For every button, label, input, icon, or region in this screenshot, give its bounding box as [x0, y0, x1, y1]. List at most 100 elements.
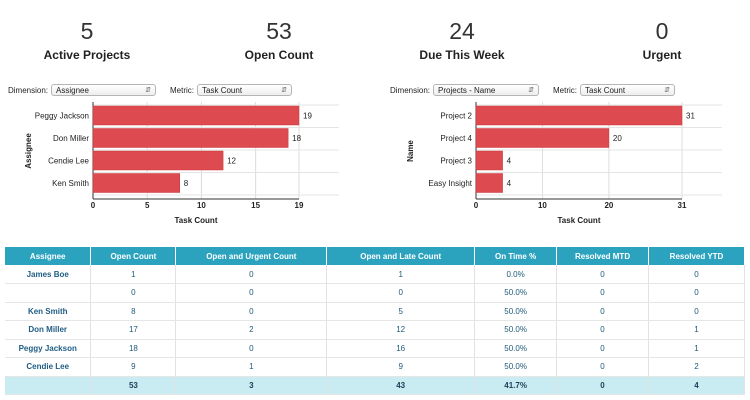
column-header[interactable]: Resolved MTD: [556, 247, 649, 265]
assignee-cell[interactable]: Cendie Lee: [5, 357, 92, 377]
assignee-cell[interactable]: Peggy Jackson: [5, 339, 92, 358]
metric-select[interactable]: Task Count ⇵: [197, 84, 293, 96]
y-axis-title: Assignee: [24, 133, 33, 169]
table-cell: 0: [556, 376, 649, 395]
value-label: 4: [507, 157, 512, 166]
column-header[interactable]: Open Count: [90, 247, 177, 265]
assignee-cell[interactable]: Don Miller: [5, 320, 92, 340]
kpi-value: 53: [266, 18, 292, 44]
table-cell: 9: [90, 357, 177, 377]
table-header-row: Assignee Open Count Open and Urgent Coun…: [5, 247, 745, 265]
bar[interactable]: [92, 128, 289, 148]
table-row: 0 0 0 50.0% 0 0: [5, 283, 745, 303]
x-tick-label: 0: [474, 201, 479, 210]
value-label: 4: [507, 179, 512, 188]
right-chart-controls: Dimension: Projects - Name ⇵ Metric: Tas…: [390, 84, 676, 96]
table-cell: 53: [90, 376, 177, 395]
kpi-due-this-week: 24 Due This Week: [392, 18, 532, 62]
bar[interactable]: [92, 173, 180, 193]
column-header[interactable]: Open and Urgent Count: [175, 247, 328, 265]
x-tick-label: 5: [145, 201, 150, 210]
dimension-select[interactable]: Assignee ⇵: [51, 84, 157, 96]
x-tick-label: 0: [91, 201, 96, 210]
table-row: Don Miller 17 2 12 50.0% 0 1: [5, 320, 745, 340]
table-cell: 17: [90, 320, 177, 340]
category-label: Ken Smith: [52, 179, 89, 188]
assignee-cell[interactable]: [5, 283, 92, 303]
category-label: Cendie Lee: [48, 157, 89, 166]
x-axis-title: Task Count: [558, 216, 601, 225]
column-header[interactable]: Resolved YTD: [648, 247, 745, 265]
table-cell: 0: [175, 283, 328, 303]
x-tick-label: 31: [678, 201, 687, 210]
table-cell: 5: [326, 302, 476, 321]
table-row: Peggy Jackson 18 0 16 50.0% 0 1: [5, 339, 745, 358]
select-arrows-icon: ⇵: [281, 87, 288, 94]
x-tick-label: 10: [197, 201, 206, 210]
table-cell: 12: [326, 320, 476, 340]
column-header[interactable]: Open and Late Count: [326, 247, 476, 265]
metric-label: Metric:: [553, 85, 578, 95]
dimension-select-value: Projects - Name: [438, 85, 496, 95]
select-arrows-icon: ⇵: [528, 87, 535, 94]
dimension-select[interactable]: Projects - Name ⇵: [433, 84, 540, 96]
metric-select-value: Task Count: [202, 85, 243, 95]
table-cell: 41.7%: [474, 376, 558, 395]
column-header[interactable]: On Time %: [474, 247, 558, 265]
assignee-cell: [5, 376, 92, 395]
table-cell: 0: [556, 357, 649, 377]
bar[interactable]: [92, 150, 224, 171]
category-label: Don Miller: [53, 134, 89, 143]
kpi-label: Urgent: [642, 48, 682, 62]
assignee-bar-chart: 0 5 10 15 19 Peggy Jackson 19 Don Miller 18 Cendi…: [24, 102, 339, 225]
table-cell: 50.0%: [474, 339, 558, 358]
column-header[interactable]: Assignee: [5, 247, 92, 265]
table-cell: 0: [556, 265, 649, 284]
table-cell: 2: [648, 357, 745, 377]
bar[interactable]: [475, 128, 610, 148]
table-cell: 50.0%: [474, 283, 558, 303]
value-label: 12: [227, 157, 236, 166]
kpi-urgent: 0 Urgent: [592, 18, 732, 62]
category-label: Easy Insight: [428, 179, 472, 188]
table-cell: 16: [326, 339, 476, 358]
metric-select[interactable]: Task Count ⇵: [580, 84, 676, 96]
value-label: 19: [303, 112, 312, 121]
bar[interactable]: [475, 150, 503, 171]
table-cell: 0: [556, 283, 649, 303]
table-cell: 8: [90, 302, 177, 321]
bar[interactable]: [475, 173, 503, 193]
project-bar-chart: 0 10 20 31 Project 2 31 Project 4 20 Project 3 4 E…: [406, 102, 722, 225]
category-label: Project 4: [440, 134, 472, 143]
table-cell: 3: [175, 376, 328, 395]
value-label: 20: [613, 134, 622, 143]
table-row: Cendie Lee 9 1 9 50.0% 0 2: [5, 357, 745, 377]
category-label: Project 3: [440, 157, 472, 166]
table-total-row: 53 3 43 41.7% 0 4: [5, 376, 745, 395]
assignee-cell[interactable]: Ken Smith: [5, 302, 92, 321]
bar[interactable]: [475, 105, 683, 126]
table-cell: 18: [90, 339, 177, 358]
kpi-value: 0: [655, 18, 669, 44]
metric-label: Metric:: [170, 85, 195, 95]
table-cell: 1: [326, 265, 476, 284]
kpi-open-count: 53 Open Count: [209, 18, 349, 62]
value-label: 31: [686, 112, 695, 121]
kpi-active-projects: 5 Active Projects: [17, 18, 157, 62]
value-label: 18: [292, 134, 301, 143]
assignee-cell[interactable]: James Boe: [5, 265, 92, 284]
table-row: James Boe 1 0 1 0.0% 0 0: [5, 265, 745, 284]
table-cell: 0: [648, 283, 745, 303]
bar[interactable]: [92, 105, 300, 126]
table-cell: 0: [326, 283, 476, 303]
y-axis-title: Name: [406, 140, 415, 162]
table-cell: 2: [175, 320, 328, 340]
table-cell: 0: [175, 339, 328, 358]
table-cell: 0: [648, 302, 745, 321]
table-cell: 0: [556, 320, 649, 340]
left-chart-controls: Dimension: Assignee ⇵ Metric: Task Count…: [8, 84, 293, 96]
dimension-label: Dimension:: [8, 85, 49, 95]
table-cell: 43: [326, 376, 476, 395]
value-label: 8: [184, 179, 189, 188]
kpi-value: 24: [449, 18, 475, 44]
